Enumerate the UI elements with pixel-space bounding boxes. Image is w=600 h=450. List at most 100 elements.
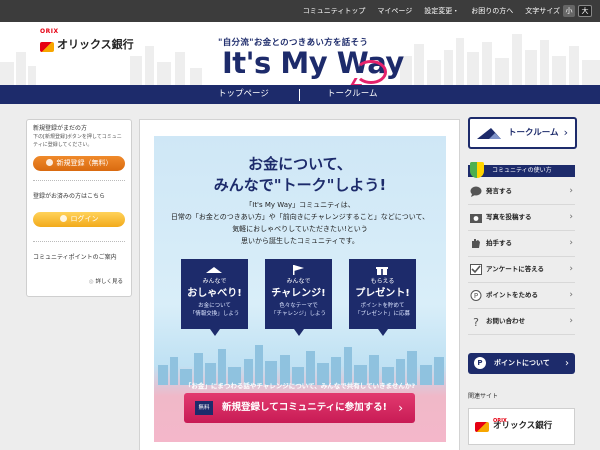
chevron-right-icon: › — [569, 186, 573, 196]
brand-name: オリックス銀行 — [57, 38, 134, 51]
chat-icon — [206, 267, 222, 273]
related-sites-heading: 関連サイト — [468, 393, 499, 400]
guide-item-post[interactable]: 発言する › — [468, 179, 575, 205]
points-detail-link[interactable]: ◎ 詳しく見る — [89, 277, 123, 285]
question-icon: ? — [473, 316, 479, 327]
chevron-right-icon: › — [569, 290, 573, 300]
orix-logo-icon — [40, 42, 54, 52]
join-community-button[interactable]: 無料 新規登録してコミュニティに参加する! › — [184, 393, 415, 423]
orix-logo-icon — [475, 422, 489, 432]
city-skyline-illustration — [158, 345, 444, 385]
font-size-small-button[interactable]: 小 — [563, 5, 575, 17]
about-points-label: ポイントについて — [494, 359, 550, 367]
nav-talk-room[interactable]: トークルーム — [327, 85, 378, 104]
gift-icon — [376, 265, 388, 275]
guide-item-survey[interactable]: アンケートに答える › — [468, 257, 575, 283]
register-heading: 新規登録がまだの方 — [33, 125, 88, 132]
divider — [33, 180, 125, 181]
feature-card-talk: みんなで おしゃべり! お金について 「情報交換」しよう — [181, 259, 248, 336]
hero-body-line3: 気軽におしゃべりしていただきたい!という — [232, 225, 368, 233]
user-icon — [45, 159, 53, 166]
hero-body-line1: 「It's My Way」コミュニティは、 — [245, 201, 355, 209]
chevron-right-icon: › — [565, 358, 569, 369]
guide-item-label: アンケートに答える — [486, 265, 545, 273]
left-sidebar: 新規登録がまだの方 下の[新規登録]ボタンを押してコミュニティに登録してください… — [26, 119, 132, 297]
font-size-large-button[interactable]: 大 — [578, 5, 592, 17]
chevron-right-icon: › — [569, 238, 573, 248]
join-community-label: 新規登録してコミュニティに参加する! — [222, 402, 387, 413]
main-nav: トップページ トークルーム — [0, 85, 600, 104]
chevron-right-icon: › — [563, 126, 568, 139]
hero-body-line4: 思いから誕生したコミュニティです。 — [241, 237, 359, 245]
beginner-leaf-icon — [470, 162, 484, 178]
site-header: ORIX オリックス銀行 "自分流"お金とのつきあい方を話そう It's My … — [0, 22, 600, 85]
points-detail-label: 詳しく見る — [95, 279, 123, 285]
chevron-right-icon: › — [569, 316, 573, 326]
chevron-right-icon: › — [569, 264, 573, 274]
talk-room-label: トークルーム — [508, 128, 559, 138]
key-icon — [59, 215, 67, 222]
guide-item-applause[interactable]: 拍手する › — [468, 231, 575, 257]
related-orix-bank-link[interactable]: ORIX オリックス銀行 — [468, 408, 575, 445]
account-panel: 新規登録がまだの方 下の[新規登録]ボタンを押してコミュニティに登録してください… — [26, 119, 132, 297]
login-button-label: ログイン — [70, 215, 99, 223]
guide-item-label: ポイントをためる — [486, 291, 538, 299]
points-heading: コミュニティポイントのご案内 — [33, 254, 117, 261]
about-points-button[interactable]: P ポイントについて › — [468, 353, 575, 374]
register-description: 下の[新規登録]ボタンを押してコミュニティに登録してください。 — [33, 134, 122, 148]
guide-item-label: 発言する — [486, 187, 512, 195]
hero-panel: お金について、 みんなで"トーク"しよう! 「It's My Way」コミュニテ… — [154, 136, 446, 442]
guide-item-contact[interactable]: ? お問い合わせ › — [468, 309, 575, 335]
speech-icon — [470, 186, 482, 197]
free-badge: 無料 — [195, 401, 213, 415]
guide-heading: コミュニティの使い方 — [468, 165, 575, 177]
orix-bank-logo[interactable]: ORIX オリックス銀行 — [40, 28, 134, 52]
feature-card-challenge: みんなで チャレンジ! 色々なテーマで 「チャレンジ」しよう — [265, 259, 332, 336]
hero-title-line1: お金について、 — [248, 155, 352, 173]
login-heading: 登録がお済みの方はこちら — [33, 193, 106, 200]
svg-text:P: P — [474, 292, 478, 300]
guide-item-label: お問い合わせ — [486, 317, 525, 325]
point-icon: P — [474, 357, 486, 369]
utility-bar: コミュニティトップ マイページ 設定変更・ お困りの方へ 文字サイズ 小 大 — [0, 0, 600, 22]
hero-title-line2: みんなで"トーク"しよう! — [213, 176, 387, 194]
register-button-label: 新規登録（無料） — [56, 159, 113, 167]
flag-icon — [293, 265, 304, 275]
clap-icon — [472, 239, 480, 248]
arrow-circle-icon: ◎ — [88, 279, 94, 285]
guide-item-photo[interactable]: 写真を投稿する › — [468, 205, 575, 231]
camera-icon — [470, 214, 482, 223]
page: コミュニティトップ マイページ 設定変更・ お困りの方へ 文字サイズ 小 大 O… — [0, 0, 600, 450]
feature-card-present: もらえる プレゼント! ポイントを貯めて 「プレゼント」に応募 — [349, 259, 416, 336]
card-description: 色々なテーマで 「チャレンジ」しよう — [271, 303, 326, 317]
talk-room-button[interactable]: トークルーム › — [468, 117, 577, 149]
register-button[interactable]: 新規登録（無料） — [33, 156, 125, 171]
talk-room-icon — [477, 128, 501, 139]
link-settings[interactable]: 設定変更・ — [424, 6, 459, 16]
point-coin-icon: P — [470, 290, 482, 301]
link-community-top[interactable]: コミュニティトップ — [303, 6, 366, 16]
related-site-name: オリックス銀行 — [493, 421, 553, 431]
nav-divider — [299, 89, 300, 101]
divider — [33, 241, 125, 242]
card-heading: プレゼント! — [355, 288, 410, 299]
link-help[interactable]: お困りの方へ — [471, 6, 513, 16]
nav-top-page[interactable]: トップページ — [218, 85, 269, 104]
svg-text:?: ? — [473, 316, 479, 327]
link-mypage[interactable]: マイページ — [377, 6, 412, 16]
hero-banner-text: 「お金」にまつわる話やチャレンジについて、みんなで共有していきませんか? — [184, 382, 416, 390]
font-size-label: 文字サイズ — [525, 7, 560, 15]
orix-logo-mark-text: ORIX — [40, 28, 59, 35]
guide-item-points[interactable]: P ポイントをためる › — [468, 283, 575, 309]
chevron-right-icon: › — [569, 212, 573, 222]
guide-item-label: 写真を投稿する — [486, 213, 532, 221]
hero-body-line2: 日常の「お金とのつきあい方」や「前向きにチャレンジすること」などについて、 — [170, 213, 430, 221]
card-heading: おしゃべり! — [187, 288, 242, 299]
guide-item-label: 拍手する — [486, 239, 512, 247]
card-heading: チャレンジ! — [271, 288, 326, 299]
login-button[interactable]: ログイン — [33, 212, 125, 227]
card-description: お金について 「情報交換」しよう — [189, 303, 240, 317]
card-description: ポイントを貯めて 「プレゼント」に応募 — [354, 303, 410, 317]
chevron-right-icon: › — [398, 401, 403, 415]
checkbox-icon — [470, 264, 482, 275]
